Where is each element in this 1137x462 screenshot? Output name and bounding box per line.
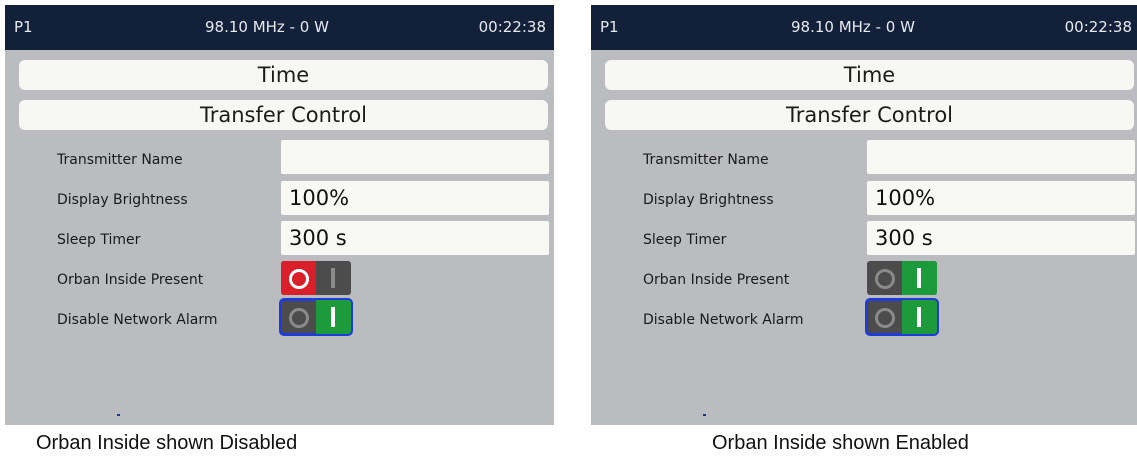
bar-icon (917, 307, 921, 327)
clock-readout: 00:22:38 (478, 18, 546, 36)
display-brightness-label: Display Brightness (643, 192, 774, 208)
status-header: P1 98.10 MHz - 0 W 00:22:38 (591, 5, 1137, 50)
network-alarm-label: Disable Network Alarm (643, 312, 804, 328)
circle-icon (875, 308, 895, 328)
sleep-timer-label: Sleep Timer (57, 232, 141, 248)
transfer-control-button[interactable]: Transfer Control (19, 100, 548, 130)
scroll-indicator (703, 414, 706, 416)
clock-readout: 00:22:38 (1064, 18, 1132, 36)
network-alarm-toggle[interactable] (279, 298, 353, 336)
scroll-indicator (117, 414, 120, 416)
transmitter-name-label: Transmitter Name (57, 152, 183, 168)
sleep-timer-label: Sleep Timer (643, 232, 727, 248)
bar-icon (331, 307, 335, 327)
transfer-control-button[interactable]: Transfer Control (605, 100, 1134, 130)
network-alarm-label: Disable Network Alarm (57, 312, 218, 328)
orban-inside-label: Orban Inside Present (643, 272, 790, 288)
network-alarm-toggle[interactable] (865, 298, 939, 336)
circle-icon (289, 308, 309, 328)
sleep-timer-field[interactable]: 300 s (281, 221, 549, 255)
caption-disabled: Orban Inside shown Disabled (36, 432, 298, 454)
frequency-power-readout: 98.10 MHz - 0 W (791, 18, 915, 36)
program-label: P1 (600, 18, 619, 36)
transmitter-name-field[interactable] (281, 140, 549, 174)
frequency-power-readout: 98.10 MHz - 0 W (205, 18, 329, 36)
orban-inside-toggle[interactable] (281, 261, 351, 295)
device-screen-disabled: P1 98.10 MHz - 0 W 00:22:38 Time Transfe… (5, 5, 554, 425)
bar-icon (331, 268, 335, 288)
display-brightness-label: Display Brightness (57, 192, 188, 208)
program-label: P1 (14, 18, 33, 36)
time-button[interactable]: Time (605, 60, 1134, 90)
orban-inside-label: Orban Inside Present (57, 272, 204, 288)
status-header: P1 98.10 MHz - 0 W 00:22:38 (5, 5, 554, 50)
circle-icon (875, 269, 895, 289)
display-brightness-field[interactable]: 100% (281, 181, 549, 215)
display-brightness-field[interactable]: 100% (867, 181, 1135, 215)
time-button[interactable]: Time (19, 60, 548, 90)
caption-enabled: Orban Inside shown Enabled (712, 432, 969, 454)
device-screen-enabled: P1 98.10 MHz - 0 W 00:22:38 Time Transfe… (591, 5, 1137, 425)
bar-icon (917, 268, 921, 288)
sleep-timer-field[interactable]: 300 s (867, 221, 1135, 255)
transmitter-name-field[interactable] (867, 140, 1135, 174)
circle-icon (289, 269, 309, 289)
transmitter-name-label: Transmitter Name (643, 152, 769, 168)
orban-inside-toggle[interactable] (867, 261, 937, 295)
